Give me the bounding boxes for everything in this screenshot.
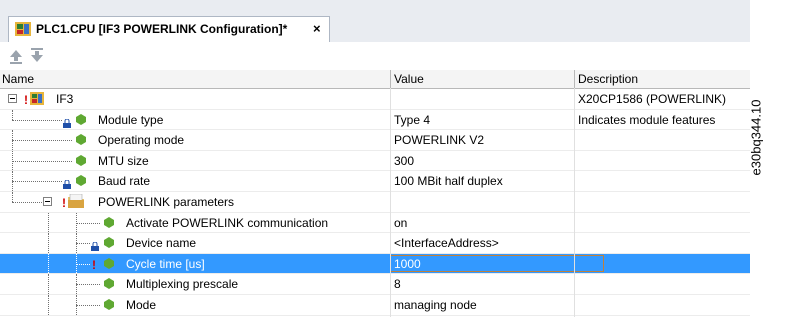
figure-id-watermark: e30bq344.10 bbox=[748, 30, 786, 290]
row-value[interactable]: 8 bbox=[394, 277, 401, 291]
tab-title: PLC1.CPU [IF3 POWERLINK Configuration]* bbox=[36, 22, 288, 36]
table-row[interactable]: Module type Type 4 Indicates module feat… bbox=[0, 109, 750, 131]
parameter-icon bbox=[104, 298, 114, 310]
configuration-grid: Name Value Description ! IF3 X20CP1586 (… bbox=[0, 70, 750, 317]
interface-icon bbox=[30, 92, 44, 105]
parameter-icon bbox=[104, 237, 114, 249]
column-header-name[interactable]: Name bbox=[2, 72, 34, 86]
configuration-icon bbox=[15, 22, 31, 36]
table-row[interactable]: ! POWERLINK parameters bbox=[0, 191, 750, 213]
row-name: MTU size bbox=[98, 153, 149, 168]
parameter-icon bbox=[104, 278, 114, 290]
row-value[interactable]: Type 4 bbox=[394, 113, 430, 127]
document-tabstrip: PLC1.CPU [IF3 POWERLINK Configuration]* … bbox=[0, 0, 750, 43]
table-row[interactable]: Operating mode POWERLINK V2 bbox=[0, 130, 750, 151]
parameter-icon bbox=[104, 257, 114, 269]
row-name: Activate POWERLINK communication bbox=[126, 215, 329, 230]
lock-icon bbox=[63, 118, 71, 128]
warning-icon: ! bbox=[62, 195, 66, 210]
close-icon[interactable]: × bbox=[313, 21, 321, 36]
row-description: X20CP1586 (POWERLINK) bbox=[578, 92, 727, 106]
row-value[interactable]: 1000 bbox=[394, 257, 421, 271]
grid-header: Name Value Description bbox=[0, 70, 750, 89]
row-name: Module type bbox=[98, 112, 164, 127]
row-name: IF3 bbox=[56, 92, 74, 106]
figure-id-label: e30bq344.10 bbox=[748, 99, 764, 176]
lock-icon bbox=[63, 180, 71, 190]
row-value[interactable]: managing node bbox=[394, 298, 477, 312]
lock-icon bbox=[91, 242, 99, 252]
row-name: POWERLINK parameters bbox=[98, 194, 235, 209]
table-row-selected[interactable]: ! Cycle time [us] 1000 bbox=[0, 253, 750, 275]
row-description: Indicates module features bbox=[578, 112, 716, 127]
parameter-icon bbox=[76, 134, 86, 146]
toolbar bbox=[0, 42, 750, 71]
cycle-time-input[interactable] bbox=[390, 254, 604, 272]
row-name: Mode bbox=[126, 297, 157, 312]
move-down-icon[interactable] bbox=[28, 47, 46, 65]
parameter-icon bbox=[76, 175, 86, 187]
tab-if3-powerlink-configuration[interactable]: PLC1.CPU [IF3 POWERLINK Configuration]* … bbox=[8, 16, 330, 42]
collapse-icon[interactable] bbox=[43, 196, 52, 206]
row-value[interactable]: POWERLINK V2 bbox=[394, 133, 484, 147]
parameter-icon bbox=[76, 113, 86, 125]
warning-icon: ! bbox=[92, 257, 96, 272]
table-row[interactable]: Baud rate 100 MBit half duplex bbox=[0, 171, 750, 192]
row-value[interactable]: on bbox=[394, 216, 407, 230]
table-row[interactable]: Activate POWERLINK communication on bbox=[0, 212, 750, 234]
table-row[interactable]: Device name <InterfaceAddress> bbox=[0, 233, 750, 254]
column-header-description[interactable]: Description bbox=[578, 72, 638, 86]
table-row[interactable]: Multiplexing prescale 8 bbox=[0, 274, 750, 295]
row-name: Baud rate bbox=[98, 174, 151, 189]
row-name: Device name bbox=[126, 236, 197, 251]
table-row[interactable]: ! IF3 X20CP1586 (POWERLINK) bbox=[0, 89, 750, 110]
table-row[interactable]: Mode managing node bbox=[0, 294, 750, 316]
column-header-value[interactable]: Value bbox=[394, 72, 424, 86]
table-row[interactable]: MTU size 300 bbox=[0, 150, 750, 172]
parameter-icon bbox=[104, 216, 114, 228]
row-name: Operating mode bbox=[98, 133, 185, 148]
move-up-icon[interactable] bbox=[7, 47, 25, 65]
folder-icon bbox=[68, 193, 84, 208]
parameter-icon bbox=[76, 154, 86, 166]
row-value[interactable]: <InterfaceAddress> bbox=[394, 236, 499, 250]
collapse-icon[interactable] bbox=[8, 94, 17, 103]
warning-icon: ! bbox=[24, 93, 28, 107]
row-name: Multiplexing prescale bbox=[126, 277, 239, 292]
row-value[interactable]: 100 MBit half duplex bbox=[394, 174, 503, 188]
row-value[interactable]: 300 bbox=[394, 154, 414, 168]
row-name: Cycle time [us] bbox=[126, 256, 205, 271]
